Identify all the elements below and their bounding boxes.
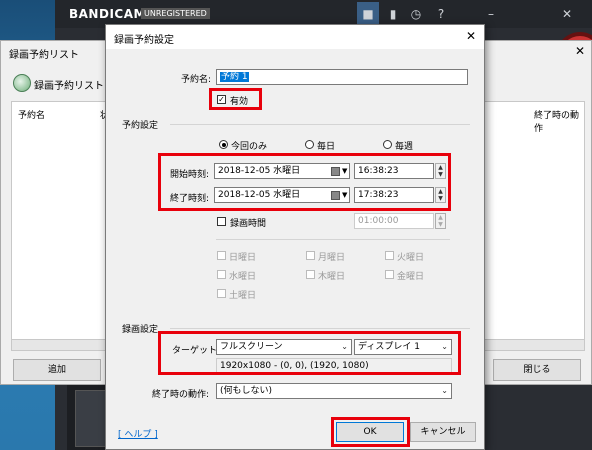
end-action-label: 終了時の動作: <box>152 390 210 400</box>
end-action-value: (何もしない) <box>220 386 273 396</box>
radio-weekly[interactable] <box>383 140 392 149</box>
weekday-checkbox-sun[interactable] <box>217 251 226 260</box>
schedule-group-label: 予約設定 <box>122 121 159 131</box>
radio-daily-label: 毎日 <box>317 142 336 152</box>
group-divider <box>170 328 470 329</box>
highlight-target <box>158 331 461 375</box>
weekday-checkbox-sat[interactable] <box>217 289 226 298</box>
weekday-label-fri: 金曜日 <box>397 272 425 282</box>
radio-weekly-label: 毎週 <box>395 142 414 152</box>
weekday-label-sat: 土曜日 <box>229 291 257 301</box>
list-window-title: 録画予約リスト <box>9 50 79 61</box>
close-icon[interactable]: ✕ <box>558 5 576 23</box>
weekday-label-mon: 月曜日 <box>318 253 346 263</box>
name-input-value: 予約 1 <box>220 72 249 82</box>
folder-icon[interactable]: ▮ <box>384 5 402 23</box>
weekday-label-wed: 水曜日 <box>229 272 257 282</box>
duration-checkbox[interactable] <box>217 217 226 226</box>
duration-label: 録画時間 <box>230 219 267 229</box>
weekday-checkbox-fri[interactable] <box>385 270 394 279</box>
unregistered-badge: UNREGISTERED <box>141 8 210 19</box>
column-header-end-action[interactable]: 終了時の動作 <box>534 108 584 134</box>
duration-spinner[interactable]: ▲ ▼ <box>435 213 446 229</box>
column-header-name[interactable]: 予約名 <box>18 108 45 121</box>
cancel-button[interactable]: キャンセル <box>410 422 476 442</box>
weekday-checkbox-tue[interactable] <box>385 251 394 260</box>
close-icon[interactable]: ✕ <box>575 44 585 58</box>
weekday-divider <box>216 239 450 240</box>
radio-once-label: 今回のみ <box>231 142 268 152</box>
list-header-label: 録画予約リストを <box>34 81 114 92</box>
minimize-icon[interactable]: – <box>482 5 500 23</box>
dialog-title: 録画予約設定 <box>114 35 174 46</box>
duration-input[interactable]: 01:00:00 <box>354 213 434 229</box>
help-icon[interactable]: ? <box>432 5 450 23</box>
bandicam-logo: BANDICAM <box>69 7 146 21</box>
highlight-time-range <box>158 153 451 211</box>
weekday-checkbox-thu[interactable] <box>306 270 315 279</box>
group-divider <box>170 124 470 125</box>
end-action-select[interactable]: (何もしない) ⌄ <box>216 383 452 399</box>
add-button[interactable]: 追加 <box>13 359 101 381</box>
close-button[interactable]: 閉じる <box>493 359 581 381</box>
weekday-checkbox-mon[interactable] <box>306 251 315 260</box>
chevron-down-icon[interactable]: ⌄ <box>441 384 448 398</box>
help-link[interactable]: [ ヘルプ ] <box>118 427 158 440</box>
close-icon[interactable]: ✕ <box>466 29 476 43</box>
name-input[interactable]: 予約 1 <box>216 69 468 85</box>
weekday-label-thu: 木曜日 <box>318 272 346 282</box>
schedule-list-icon <box>13 74 31 92</box>
lock-icon[interactable]: ■ <box>359 5 377 23</box>
weekday-label-tue: 火曜日 <box>397 253 425 263</box>
schedule-settings-dialog: 録画予約設定 ✕ 予約名: 予約 1 ✓ 有効 予約設定 今回のみ 毎日 毎週 … <box>105 24 485 450</box>
clock-icon[interactable]: ◷ <box>407 5 425 23</box>
highlight-enabled <box>209 88 262 110</box>
name-label: 予約名: <box>181 75 212 85</box>
radio-once[interactable] <box>219 140 228 149</box>
highlight-ok <box>331 417 410 447</box>
recording-group-label: 録画設定 <box>122 325 159 335</box>
radio-daily[interactable] <box>305 140 314 149</box>
weekday-label-sun: 日曜日 <box>229 253 257 263</box>
weekday-checkbox-wed[interactable] <box>217 270 226 279</box>
dialog-titlebar: 録画予約設定 ✕ <box>106 25 484 49</box>
